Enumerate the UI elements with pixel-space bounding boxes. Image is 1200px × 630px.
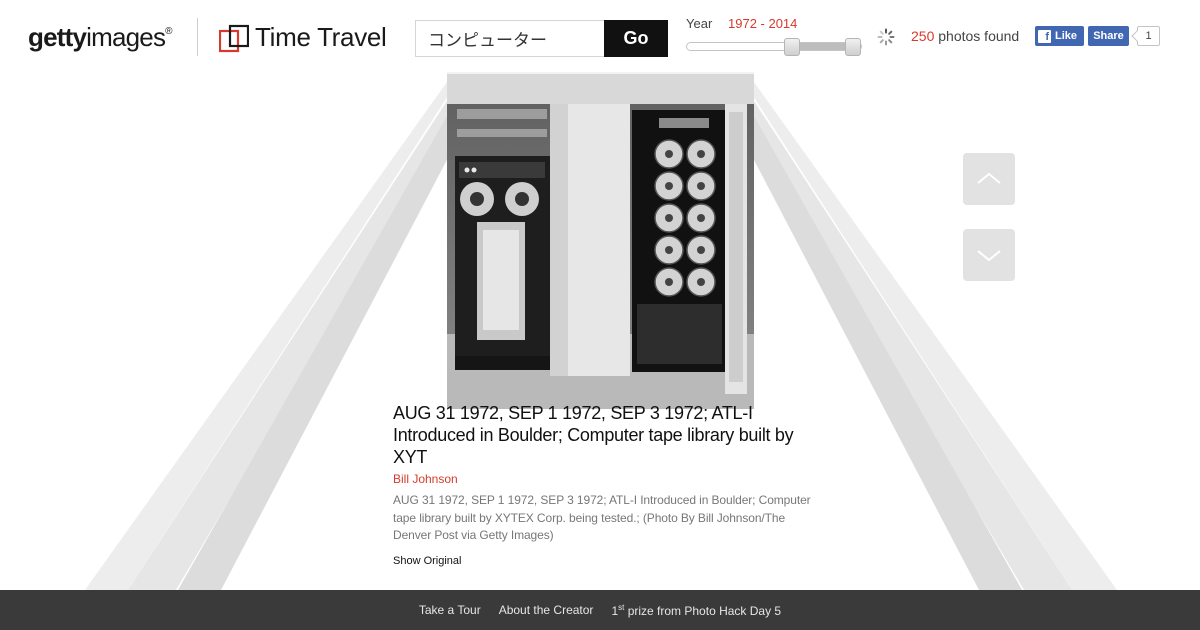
year-label: Year	[686, 16, 713, 31]
photo-author[interactable]: Bill Johnson	[393, 472, 813, 486]
show-original-link[interactable]: Show Original	[393, 555, 461, 567]
facebook-like-button[interactable]: f Like	[1035, 26, 1084, 46]
take-a-tour-link[interactable]: Take a Tour	[419, 603, 481, 617]
previous-photo-button[interactable]	[963, 153, 1015, 205]
chevron-down-icon	[977, 250, 1001, 262]
share-count-bubble: 1	[1137, 26, 1160, 46]
about-creator-link[interactable]: About the Creator	[499, 603, 594, 617]
slider-end-handle[interactable]	[845, 38, 861, 56]
footer-links: Take a Tour About the Creator 1st prize …	[0, 590, 1200, 630]
photo-caption: AUG 31 1972, SEP 1 1972, SEP 3 1972; ATL…	[393, 402, 813, 569]
photo-title: AUG 31 1972, SEP 1 1972, SEP 3 1972; ATL…	[393, 403, 794, 467]
go-button[interactable]: Go	[604, 20, 668, 57]
photo-stage: AUG 31 1972, SEP 1 1972, SEP 3 1972; ATL…	[0, 72, 1200, 590]
getty-images-logo[interactable]: gettyimages®	[28, 22, 172, 53]
next-photo-button[interactable]	[963, 229, 1015, 281]
tape-library-photo	[447, 74, 754, 409]
facebook-icon: f	[1038, 29, 1051, 43]
slider-start-handle[interactable]	[784, 38, 800, 56]
year-range-value: 1972 - 2014	[728, 16, 798, 31]
prize-link[interactable]: 1st prize from Photo Hack Day 5	[611, 603, 781, 618]
photo-description: AUG 31 1972, SEP 1 1972, SEP 3 1972; ATL…	[393, 493, 811, 542]
photos-found-count: 250 photos found	[911, 28, 1020, 44]
header-divider	[197, 18, 198, 56]
time-travel-logo-icon	[219, 24, 249, 53]
year-range-slider[interactable]	[686, 38, 862, 56]
loading-spinner-icon	[877, 28, 895, 46]
main-photo[interactable]	[447, 74, 754, 409]
facebook-share-button[interactable]: Share	[1088, 26, 1129, 46]
header: gettyimages® Time Travel Go Year 1972 - …	[0, 0, 1200, 72]
footer: Take a Tour About the Creator 1st prize …	[0, 590, 1200, 630]
app-title: Time Travel	[255, 22, 387, 52]
search-input[interactable]	[415, 20, 605, 57]
chevron-up-icon	[977, 172, 1001, 184]
